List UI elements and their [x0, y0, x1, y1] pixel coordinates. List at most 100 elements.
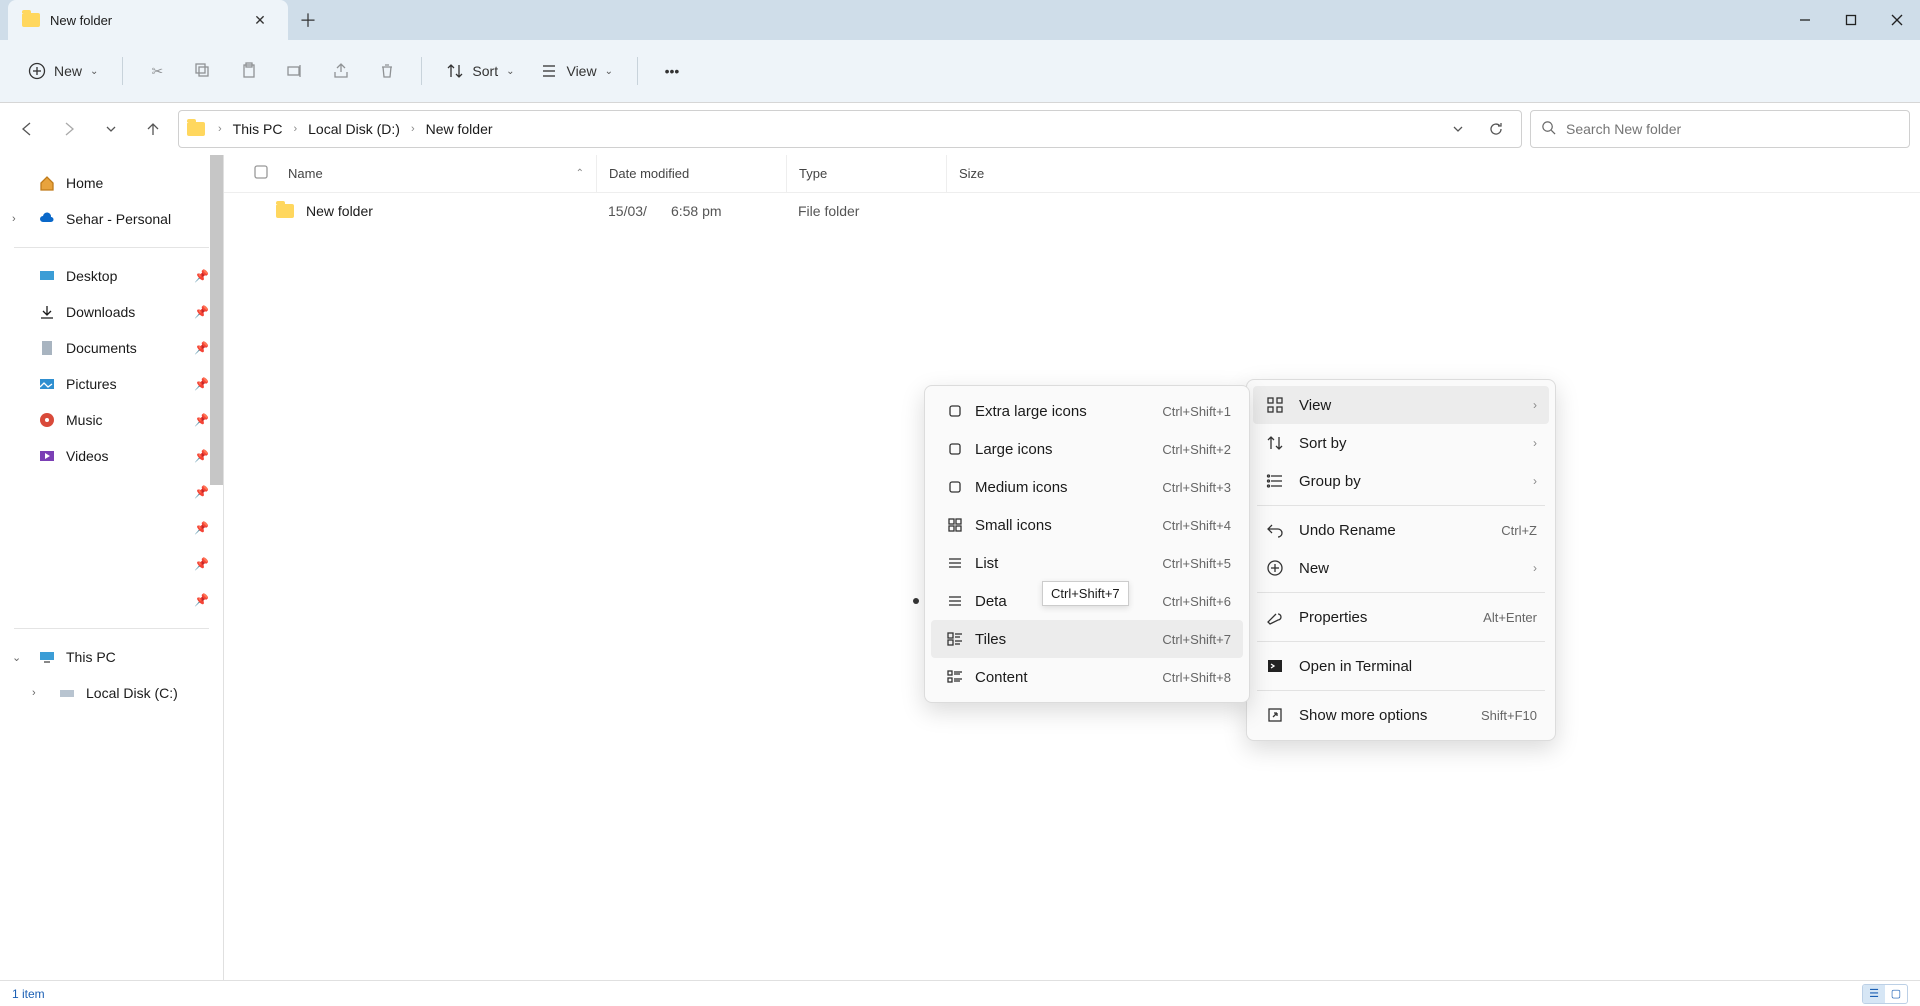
breadcrumb-item[interactable]: This PC	[229, 117, 287, 141]
terminal-icon	[1265, 656, 1285, 676]
view-option-xl[interactable]: Extra large icons Ctrl+Shift+1	[931, 392, 1243, 430]
icons-view-toggle[interactable]: ▢	[1885, 985, 1907, 1003]
column-name[interactable]: Name⌃	[276, 155, 596, 192]
back-button[interactable]	[10, 112, 44, 146]
sort-icon	[1265, 433, 1285, 453]
sq-icon	[945, 439, 965, 459]
column-type[interactable]: Type	[786, 155, 946, 192]
shortcut: Ctrl+Shift+2	[1162, 442, 1231, 457]
sidebar-item-onedrive[interactable]: › Sehar - Personal	[0, 201, 223, 237]
cloud-icon	[38, 210, 56, 228]
shortcut: Ctrl+Shift+8	[1162, 670, 1231, 685]
sidebar-item-downloads[interactable]: Downloads 📌	[0, 294, 223, 330]
menu-item-new[interactable]: New ›	[1253, 549, 1549, 587]
sidebar-item-pinned[interactable]: 📌	[0, 510, 223, 546]
undo-icon	[1265, 520, 1285, 540]
status-bar: 1 item ☰ ▢	[0, 980, 1920, 1006]
new-button[interactable]: New ⌄	[18, 53, 108, 89]
column-date[interactable]: Date modified	[596, 155, 786, 192]
sidebar-item-pinned[interactable]: 📌	[0, 474, 223, 510]
plus-icon	[1265, 558, 1285, 578]
sidebar-item-pinned[interactable]: 📌	[0, 582, 223, 618]
sidebar-item-videos[interactable]: Videos 📌	[0, 438, 223, 474]
copy-button[interactable]	[183, 53, 223, 89]
new-tab-button[interactable]: ＋	[288, 0, 328, 40]
sidebar-label: Pictures	[66, 376, 117, 392]
share-button[interactable]	[321, 53, 361, 89]
view-button[interactable]: View ⌄	[530, 53, 622, 89]
view-toggle: ☰ ▢	[1862, 984, 1908, 1004]
sidebar-item-music[interactable]: Music 📌	[0, 402, 223, 438]
ellipsis-icon: •••	[663, 62, 681, 80]
window-tab[interactable]: New folder ✕	[8, 0, 288, 40]
sidebar-item-thispc[interactable]: ⌄ This PC	[0, 639, 223, 675]
sidebar-item-localdisk-c[interactable]: › Local Disk (C:)	[0, 675, 223, 711]
view-option-list[interactable]: List Ctrl+Shift+5	[931, 544, 1243, 582]
folder-icon	[187, 122, 205, 136]
refresh-button[interactable]	[1479, 112, 1513, 146]
sidebar-item-documents[interactable]: Documents 📌	[0, 330, 223, 366]
menu-item-sortby[interactable]: Sort by ›	[1253, 424, 1549, 462]
menu-item-props[interactable]: Properties Alt+Enter	[1253, 598, 1549, 636]
up-button[interactable]	[136, 112, 170, 146]
select-all-checkbox[interactable]	[246, 165, 276, 182]
pin-icon: 📌	[194, 449, 209, 463]
copy-icon	[194, 62, 212, 80]
chevron-right-icon: ›	[1533, 436, 1537, 450]
sidebar-item-pictures[interactable]: Pictures 📌	[0, 366, 223, 402]
grid-icon	[1265, 395, 1285, 415]
sort-button[interactable]: Sort ⌄	[436, 53, 524, 89]
paste-button[interactable]	[229, 53, 269, 89]
view-option-content[interactable]: Content Ctrl+Shift+8	[931, 658, 1243, 696]
menu-label: View	[1299, 397, 1519, 414]
rename-button[interactable]	[275, 53, 315, 89]
separator	[637, 57, 638, 85]
menu-label: Undo Rename	[1299, 522, 1487, 539]
sidebar-item-desktop[interactable]: Desktop 📌	[0, 258, 223, 294]
clipboard-icon	[240, 62, 258, 80]
tab-close-button[interactable]: ✕	[246, 6, 274, 34]
menu-item-groupby[interactable]: Group by ›	[1253, 462, 1549, 500]
desktop-icon	[38, 267, 56, 285]
menu-item-terminal[interactable]: Open in Terminal	[1253, 647, 1549, 685]
breadcrumb-item[interactable]: Local Disk (D:)	[304, 117, 404, 141]
sidebar-label: Home	[66, 175, 103, 191]
content-pane[interactable]: Name⌃ Date modified Type Size New folder…	[224, 155, 1920, 980]
recent-button[interactable]	[94, 112, 128, 146]
view-icon	[540, 62, 558, 80]
view-option-lg[interactable]: Large icons Ctrl+Shift+2	[931, 430, 1243, 468]
menu-item-more[interactable]: Show more options Shift+F10	[1253, 696, 1549, 734]
toolbar: New ⌄ ✂ Sort ⌄ View ⌄ •••	[0, 40, 1920, 103]
file-row[interactable]: New folder 15/03/6:58 pm File folder	[224, 193, 1920, 229]
forward-button[interactable]	[52, 112, 86, 146]
details-view-toggle[interactable]: ☰	[1863, 985, 1885, 1003]
menu-item-view[interactable]: View ›	[1253, 386, 1549, 424]
pc-icon	[38, 648, 56, 666]
sidebar-item-home[interactable]: Home	[0, 165, 223, 201]
column-size[interactable]: Size	[946, 155, 1046, 192]
search-input[interactable]	[1566, 121, 1899, 137]
cut-button[interactable]: ✂	[137, 53, 177, 89]
chevron-down-icon: ⌄	[506, 66, 514, 77]
expand-icon	[1265, 705, 1285, 725]
sq-icon	[945, 477, 965, 497]
minimize-button[interactable]	[1782, 0, 1828, 40]
tooltip: Ctrl+Shift+7	[1042, 581, 1129, 606]
view-option-sm[interactable]: Small icons Ctrl+Shift+4	[931, 506, 1243, 544]
view-option-tiles[interactable]: Tiles Ctrl+Shift+7	[931, 620, 1243, 658]
view-label: View	[566, 63, 596, 79]
close-window-button[interactable]	[1874, 0, 1920, 40]
content-icon	[945, 667, 965, 687]
address-bar[interactable]: › This PC › Local Disk (D:) › New folder	[178, 110, 1522, 148]
breadcrumb-item[interactable]: New folder	[422, 117, 497, 141]
more-button[interactable]: •••	[652, 53, 692, 89]
address-dropdown-button[interactable]	[1441, 112, 1475, 146]
search-box[interactable]	[1530, 110, 1910, 148]
shortcut: Ctrl+Shift+7	[1162, 632, 1231, 647]
sidebar-item-pinned[interactable]: 📌	[0, 546, 223, 582]
maximize-button[interactable]	[1828, 0, 1874, 40]
delete-button[interactable]	[367, 53, 407, 89]
view-option-md[interactable]: Medium icons Ctrl+Shift+3	[931, 468, 1243, 506]
menu-item-undo[interactable]: Undo Rename Ctrl+Z	[1253, 511, 1549, 549]
chevron-right-icon: ›	[12, 213, 16, 225]
